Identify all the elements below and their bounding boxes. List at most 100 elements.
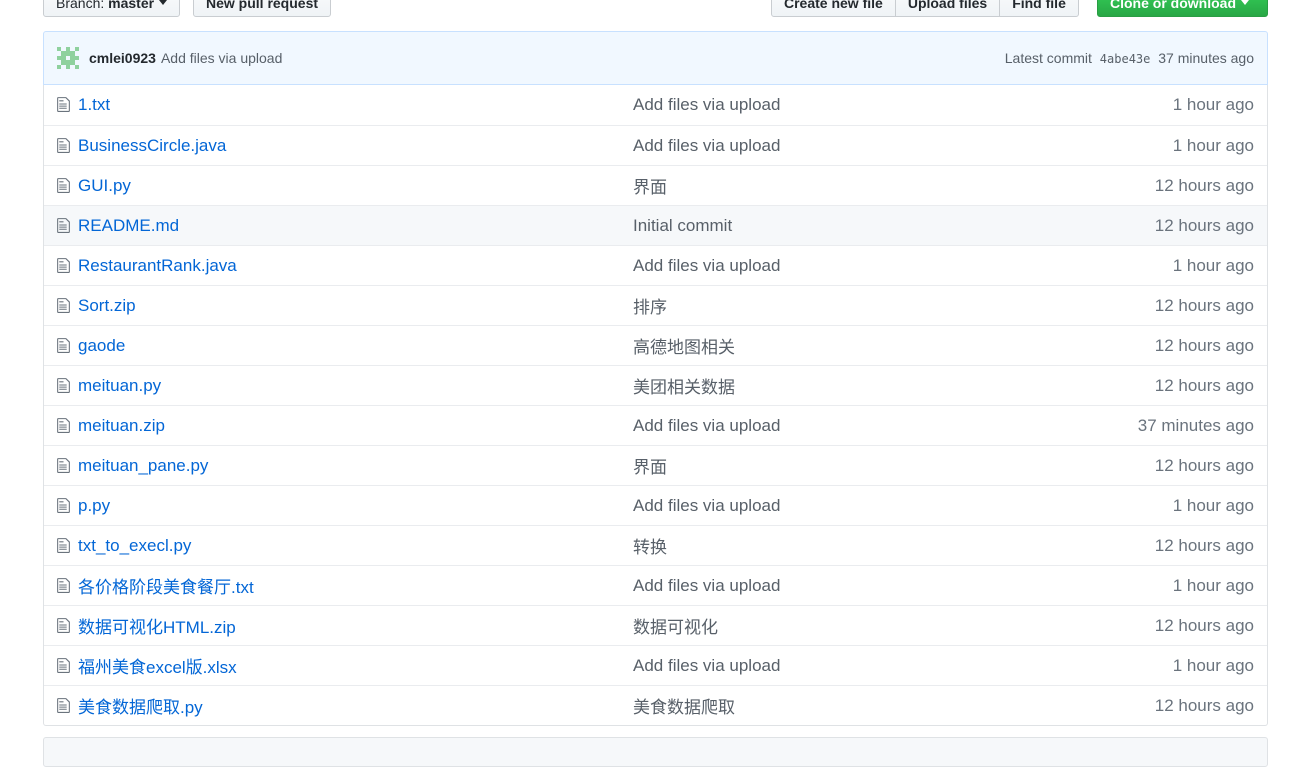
file-name-link[interactable]: 各价格阶段美食餐厅.txt [78,573,254,598]
branch-label: Branch: [56,0,105,11]
file-commit-message-link[interactable]: Add files via upload [633,656,780,676]
file-row: meituan.zip Add files via upload 37 minute… [44,405,1267,445]
file-row: txt_to_execl.py 转换 12 hours ago [44,525,1267,565]
file-icon [57,257,70,274]
commit-meta: Latest commit 4abe43e 37 minutes ago [1005,50,1254,66]
file-commit-age: 37 minutes ago [1137,415,1254,435]
file-commit-age: 12 hours ago [1154,455,1254,475]
file-commit-age: 12 hours ago [1154,535,1254,555]
file-icon [57,137,70,154]
file-row: 1.txt Add files via upload 1 hour ago [44,85,1267,125]
file-row: p.py Add files via upload 1 hour ago [44,485,1267,525]
file-name-link[interactable]: BusinessCircle.java [78,136,226,156]
file-name-link[interactable]: gaode [78,336,125,356]
file-icon [57,697,70,714]
file-name-link[interactable]: 美食数据爬取.py [78,693,203,718]
file-row: GUI.py 界面 12 hours ago [44,165,1267,205]
file-icon [57,297,70,314]
branch-select-button[interactable]: Branch: master [43,0,181,17]
readme-header [43,737,1268,767]
file-icon [57,417,70,434]
file-commit-message-link[interactable]: 界面 [633,453,667,478]
file-commit-message-link[interactable]: 高德地图相关 [633,333,735,358]
file-actions-group: Create new file Upload files Find file [771,0,1079,17]
latest-commit-bar: cmlei0923 Add files via upload Latest co… [43,31,1268,85]
file-row: BusinessCircle.java Add files via upload 1… [44,125,1267,165]
file-commit-age: 12 hours ago [1154,295,1254,315]
file-commit-age: 12 hours ago [1154,215,1254,235]
file-commit-message-link[interactable]: Add files via upload [633,416,780,436]
avatar[interactable] [57,47,79,69]
find-file-button[interactable]: Find file [999,0,1079,17]
file-row: 福州美食excel版.xlsx Add files via upload 1 hou… [44,645,1267,685]
file-icon [57,96,70,113]
file-row: 各价格阶段美食餐厅.txt Add files via upload 1 hour … [44,565,1267,605]
file-icon [57,177,70,194]
file-commit-message-link[interactable]: Add files via upload [633,256,780,276]
file-commit-age: 12 hours ago [1154,695,1254,715]
file-name-link[interactable]: 福州美食excel版.xlsx [78,653,237,678]
file-commit-age: 12 hours ago [1154,175,1254,195]
file-commit-message-link[interactable]: Add files via upload [633,95,780,115]
file-commit-age: 1 hour ago [1172,135,1254,155]
file-commit-age: 1 hour ago [1172,495,1254,515]
file-icon [57,497,70,514]
upload-files-button[interactable]: Upload files [894,0,1001,17]
file-icon [57,617,70,634]
file-icon [57,337,70,354]
clone-or-download-label: Clone or download [1110,0,1236,11]
file-commit-message-link[interactable]: 美团相关数据 [633,373,735,398]
commit-age: 37 minutes ago [1158,50,1254,66]
file-name-link[interactable]: 数据可视化HTML.zip [78,613,236,638]
file-row: meituan_pane.py 界面 12 hours ago [44,445,1267,485]
file-row: 数据可视化HTML.zip 数据可视化 12 hours ago [44,605,1267,645]
file-commit-message-link[interactable]: Add files via upload [633,136,780,156]
file-name-link[interactable]: meituan.py [78,376,161,396]
file-commit-message-link[interactable]: Add files via upload [633,496,780,516]
file-row: Sort.zip 排序 12 hours ago [44,285,1267,325]
branch-value: master [108,0,155,11]
file-commit-message-link[interactable]: 排序 [633,293,667,318]
new-pull-request-button[interactable]: New pull request [193,0,332,17]
file-name-link[interactable]: Sort.zip [78,296,136,316]
file-row: gaode 高德地图相关 12 hours ago [44,325,1267,365]
file-icon [57,537,70,554]
file-icon [57,657,70,674]
file-commit-age: 12 hours ago [1154,335,1254,355]
file-commit-age: 1 hour ago [1172,575,1254,595]
file-name-link[interactable]: txt_to_execl.py [78,536,191,556]
file-name-link[interactable]: meituan.zip [78,416,165,436]
file-commit-message-link[interactable]: 数据可视化 [633,613,718,638]
chevron-down-icon [159,0,168,5]
commit-message-link[interactable]: Add files via upload [161,50,282,66]
file-row: README.md Initial commit 12 hours ago [44,205,1267,245]
file-name-link[interactable]: GUI.py [78,176,131,196]
commit-author-link[interactable]: cmlei0923 [89,50,156,66]
file-list: 1.txt Add files via upload 1 hour ago Busin… [43,85,1268,726]
file-commit-message-link[interactable]: Add files via upload [633,576,780,596]
file-commit-age: 1 hour ago [1172,655,1254,675]
file-icon [57,377,70,394]
file-commit-message-link[interactable]: 美食数据爬取 [633,693,735,718]
chevron-down-icon [1241,0,1249,5]
file-icon [57,457,70,474]
create-new-file-button[interactable]: Create new file [771,0,896,17]
file-commit-age: 1 hour ago [1172,255,1254,275]
file-row: RestaurantRank.java Add files via upload 1… [44,245,1267,285]
file-commit-message-link[interactable]: 界面 [633,173,667,198]
file-commit-message-link[interactable]: 转换 [633,533,667,558]
file-icon [57,217,70,234]
file-commit-age: 1 hour ago [1172,95,1254,114]
latest-commit-label: Latest commit [1004,50,1092,66]
file-name-link[interactable]: RestaurantRank.java [78,256,237,276]
file-name-link[interactable]: meituan_pane.py [78,456,208,476]
file-name-link[interactable]: README.md [78,216,179,236]
file-commit-message-link[interactable]: Initial commit [633,216,732,236]
file-name-link[interactable]: p.py [78,496,110,516]
file-commit-age: 12 hours ago [1154,375,1254,395]
file-commit-age: 12 hours ago [1154,615,1254,635]
file-icon [57,577,70,594]
clone-or-download-button[interactable]: Clone or download [1097,0,1268,17]
commit-sha-link[interactable]: 4abe43e [1100,52,1151,66]
file-name-link[interactable]: 1.txt [78,95,110,115]
